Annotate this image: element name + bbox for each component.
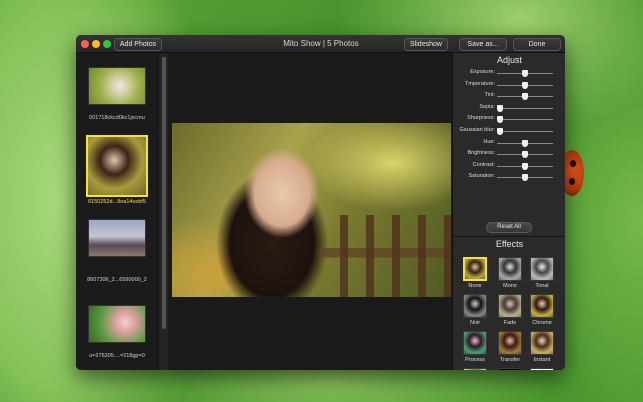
done-button[interactable]: Done — [513, 38, 561, 51]
effect-thumbnail — [463, 257, 487, 281]
effect-thumbnail — [498, 294, 522, 318]
adjust-slider-label: Sepia: — [479, 103, 495, 110]
photo-fence-detail — [322, 215, 451, 297]
slider-thumb[interactable] — [497, 128, 503, 135]
effect-label: Noir — [469, 320, 481, 326]
effect-label: None — [468, 283, 482, 289]
thumbnail-label: u=276305....=218gp=0 — [89, 353, 145, 359]
slider-thumb[interactable] — [522, 174, 528, 182]
effect-thumbnail — [498, 331, 522, 355]
thumbnail-image — [88, 305, 146, 343]
adjust-slider-label: Tmperature: — [465, 80, 495, 87]
panel-divider — [453, 236, 565, 237]
adjust-slider-label: Gaussian blur: — [459, 127, 495, 133]
effects-title: Effects — [495, 239, 524, 249]
photo-thumbnail-strip: 001718ckcd0kc1jxcmu 6150252d...9ea14cebf… — [76, 53, 158, 370]
slider-thumb[interactable] — [522, 139, 528, 147]
thumbnail-label: 001718ckcd0kc1jxcmu — [89, 115, 145, 121]
slider-thumb[interactable] — [522, 151, 528, 159]
add-photos-button[interactable]: Add Photos — [114, 38, 162, 51]
effect-thumbnail — [530, 294, 554, 318]
slider-track[interactable] — [497, 119, 553, 121]
slider-thumb[interactable] — [497, 116, 503, 124]
effect-thumbnail — [530, 257, 554, 281]
thumbnail-image — [86, 135, 148, 197]
close-window-button[interactable] — [81, 40, 89, 48]
slider-track[interactable] — [497, 107, 553, 109]
effect-label: Process — [465, 357, 485, 363]
effect-thumbnail — [498, 368, 522, 370]
slider-thumb[interactable] — [522, 81, 528, 89]
adjust-slider-row: Hue: — [453, 138, 565, 149]
effect-label: Instant — [533, 357, 551, 363]
slider-thumb[interactable] — [497, 104, 503, 112]
adjust-slider-row: Tint: — [453, 91, 565, 102]
main-photo[interactable] — [172, 123, 451, 297]
adjust-slider-label: Contrast: — [472, 161, 495, 168]
adjust-slider-label: Tint: — [484, 92, 496, 99]
app-window: Add Photos Mito Show | 5 Photos Slidesho… — [76, 35, 565, 370]
slider-track[interactable] — [497, 131, 553, 132]
thumbnail-label: 8607306_2...6590000_2 — [87, 277, 147, 283]
slider-thumb[interactable] — [522, 162, 528, 170]
slideshow-button[interactable]: Slideshow — [404, 38, 448, 51]
scrollbar-thumb[interactable] — [162, 57, 166, 329]
adjust-slider-label: Sharpness: — [467, 115, 495, 122]
thumbnail-label: 6150252d...9ea14cebf5 — [88, 199, 146, 205]
adjust-slider-row: Tmperature: — [453, 80, 565, 91]
thumbnail-image — [88, 67, 146, 105]
window-title: Mito Show | 5 Photos — [283, 39, 359, 48]
effect-thumbnail — [463, 331, 487, 355]
adjust-effects-panel: Adjust Exposure: Tmperature: Tint: Sepia: Sh… — [452, 53, 565, 370]
adjust-title: Adjust — [496, 55, 522, 65]
adjust-slider-row: Saturation: — [453, 172, 565, 183]
adjust-slider-label: Saturation: — [468, 173, 495, 180]
adjust-slider-label: Exposure: — [470, 69, 495, 75]
adjust-slider-label: Hue: — [483, 138, 495, 145]
slider-thumb[interactable] — [522, 93, 528, 101]
minimize-window-button[interactable] — [92, 40, 100, 48]
effect-thumbnail — [463, 294, 487, 318]
effect-label: Chrome — [532, 320, 552, 326]
title-bar: Add Photos Mito Show | 5 Photos Slidesho… — [76, 35, 565, 53]
effect-label: Tonal — [535, 283, 549, 289]
thumbnail-scrollbar[interactable] — [158, 53, 168, 370]
maximize-window-button[interactable] — [103, 40, 111, 48]
adjust-slider-row: Gaussian blur: — [453, 126, 565, 137]
adjust-slider-row: Sharpness: — [453, 114, 565, 125]
effect-thumbnail — [498, 257, 522, 281]
adjust-slider-row: Exposure: — [453, 68, 565, 79]
save-as-button[interactable]: Save as... — [459, 38, 507, 51]
adjust-slider-row: Sepia: — [453, 103, 565, 114]
slider-thumb[interactable] — [522, 70, 528, 77]
photo-canvas — [168, 53, 452, 370]
effect-thumbnail — [530, 368, 554, 370]
thumbnail-image — [88, 219, 146, 257]
effect-thumbnail — [530, 331, 554, 355]
adjust-slider-row: Brightness: — [453, 149, 565, 160]
adjust-slider-row: Contrast: — [453, 161, 565, 172]
adjust-slider-label: Brightness: — [467, 150, 495, 157]
effect-thumbnail — [463, 368, 487, 370]
reset-all-button[interactable]: Reset All — [486, 222, 532, 233]
